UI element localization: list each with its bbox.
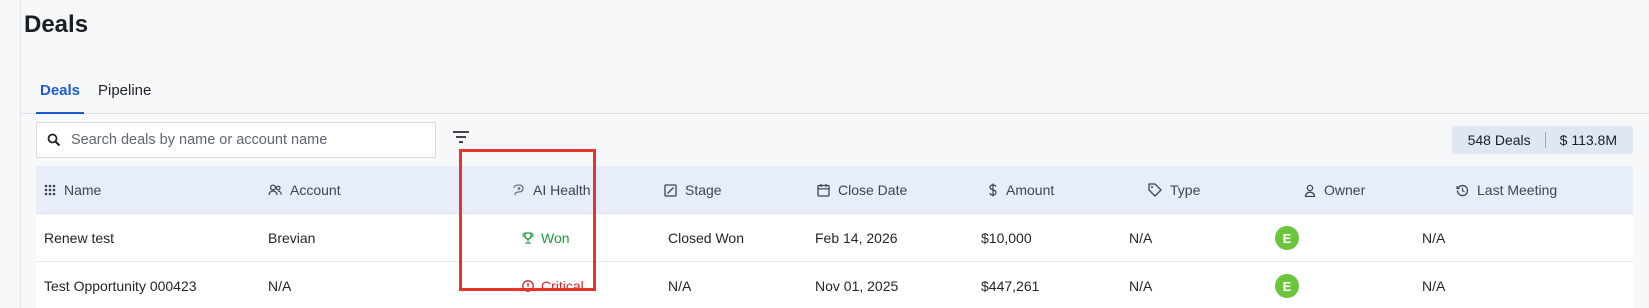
deal-amount: $447,261 xyxy=(981,278,1040,294)
table-header: Name Account AI Health Stage Close Date … xyxy=(36,166,1633,214)
deals-table: Name Account AI Health Stage Close Date … xyxy=(36,166,1633,308)
deal-account: N/A xyxy=(268,278,292,294)
search-icon xyxy=(47,133,61,147)
tab-deals[interactable]: Deals xyxy=(35,82,85,114)
ai-health-icon xyxy=(513,183,524,195)
dollar-icon xyxy=(989,183,997,197)
deals-total: $ 113.8M xyxy=(1559,132,1617,148)
alert-circle-icon xyxy=(522,280,534,292)
deal-close-date: Nov 01, 2025 xyxy=(815,278,899,294)
deal-account: Brevian xyxy=(268,230,316,246)
avatar[interactable]: E xyxy=(1275,274,1299,298)
deals-summary: 548 Deals $ 113.8M xyxy=(1451,126,1633,154)
deal-type: N/A xyxy=(1129,230,1153,246)
col-header-account[interactable]: Account xyxy=(268,166,341,214)
filter-icon xyxy=(453,131,469,143)
deal-close-date: Feb 14, 2026 xyxy=(815,230,898,246)
deal-last-meeting: N/A xyxy=(1422,230,1446,246)
deal-owner[interactable]: E xyxy=(1275,262,1299,308)
deal-owner[interactable]: E xyxy=(1275,214,1299,262)
summary-divider xyxy=(1544,132,1546,148)
deals-count: 548 Deals xyxy=(1467,132,1531,148)
table-row[interactable]: Test Opportunity 000423 N/A Critical N/A… xyxy=(36,262,1633,308)
deal-stage: N/A xyxy=(668,278,692,294)
tab-bar: Deals Pipeline xyxy=(20,70,1649,114)
calendar-icon xyxy=(817,184,830,197)
deal-name[interactable]: Renew test xyxy=(44,214,114,262)
deal-last-meeting: N/A xyxy=(1422,278,1446,294)
deal-ai-health: Won xyxy=(522,214,570,262)
col-header-owner[interactable]: Owner xyxy=(1304,166,1365,214)
col-header-last-meeting[interactable]: Last Meeting xyxy=(1456,166,1557,214)
stage-icon xyxy=(664,183,677,197)
table-row[interactable]: Renew test Brevian Won Closed Won Feb 14… xyxy=(36,214,1633,262)
tag-icon xyxy=(1148,183,1162,197)
col-header-close-date[interactable]: Close Date xyxy=(817,166,907,214)
page-title: Deals xyxy=(24,11,89,38)
deal-type: N/A xyxy=(1129,278,1153,294)
history-icon xyxy=(1456,184,1469,196)
search-box[interactable] xyxy=(36,122,436,158)
col-header-ai-health[interactable]: AI Health xyxy=(512,166,591,214)
col-header-name[interactable]: Name xyxy=(44,166,101,214)
trophy-icon xyxy=(522,232,534,244)
filter-button[interactable] xyxy=(452,130,472,148)
deal-name[interactable]: Test Opportunity 000423 xyxy=(44,262,197,308)
content-left-border xyxy=(20,0,21,308)
person-icon xyxy=(1304,184,1316,197)
col-header-stage[interactable]: Stage xyxy=(664,166,722,214)
search-input[interactable] xyxy=(71,132,421,148)
deal-stage: Closed Won xyxy=(668,230,745,246)
avatar[interactable]: E xyxy=(1275,226,1299,250)
deal-amount: $10,000 xyxy=(981,230,1032,246)
deal-ai-health: Critical xyxy=(522,262,584,308)
people-icon xyxy=(268,184,282,196)
col-header-amount[interactable]: Amount xyxy=(988,166,1054,214)
tab-pipeline[interactable]: Pipeline xyxy=(98,82,151,99)
col-header-type[interactable]: Type xyxy=(1148,166,1200,214)
drag-grid-icon xyxy=(44,184,56,196)
